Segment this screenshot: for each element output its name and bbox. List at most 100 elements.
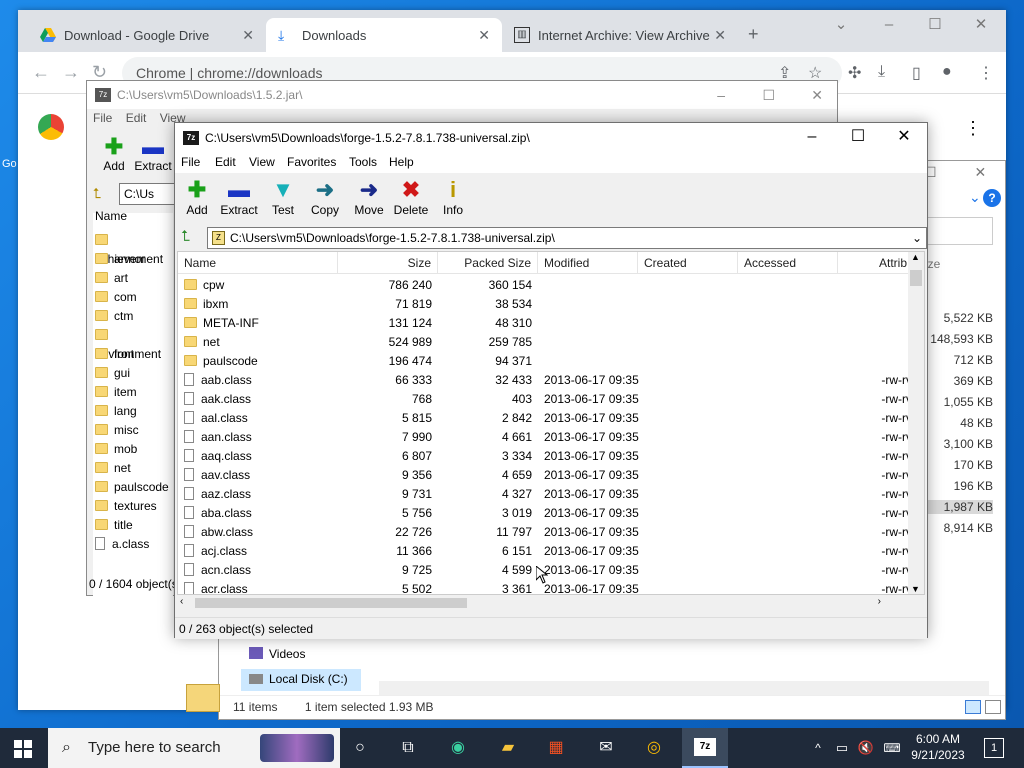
list-item[interactable]: font [95, 345, 134, 364]
tab-internet-archive[interactable]: ▥ Internet Archive: View Archive ✕ [502, 18, 738, 52]
list-item[interactable]: net [95, 459, 131, 478]
list-item[interactable]: com [95, 288, 137, 307]
minimize-icon[interactable]: – [866, 10, 912, 42]
menu-edit[interactable]: Edit [126, 111, 147, 125]
name-column-header[interactable]: Name [95, 209, 127, 223]
desktop-icon-label[interactable]: Go [2, 158, 17, 170]
file-explorer-icon[interactable]: ▰ [496, 736, 520, 760]
list-item[interactable]: ctm [95, 307, 133, 326]
list-item[interactable]: mob [95, 440, 137, 459]
chevron-down-icon[interactable]: ⌄ [912, 228, 922, 248]
nav-item-local-disk[interactable]: Local Disk (C:) [241, 669, 361, 691]
close-tab-icon[interactable]: ✕ [478, 27, 490, 44]
list-item[interactable]: a.class [95, 535, 149, 554]
path-combobox[interactable]: Z C:\Users\vm5\Downloads\forge-1.5.2-7.8… [207, 227, 927, 249]
downloads-icon[interactable]: ⤓ [878, 63, 885, 81]
extensions-icon[interactable]: ✣ [848, 63, 861, 83]
profile-icon[interactable]: ● [942, 63, 952, 81]
table-row[interactable]: aav.class 9 356 4 659 2013-06-17 09:35 -rw-r… [178, 466, 912, 485]
list-item[interactable]: paulscode [95, 478, 169, 497]
add-button[interactable]: ✚ Add [175, 177, 219, 217]
scroll-thumb[interactable] [910, 270, 922, 286]
column-header-size[interactable]: Size [338, 252, 438, 274]
column-header-accessed[interactable]: Accessed [738, 252, 838, 274]
horizontal-scrollbar[interactable]: ‹ › [177, 595, 909, 611]
store-icon[interactable]: ▦ [544, 736, 568, 760]
notification-icon[interactable]: 1 [984, 738, 1004, 758]
details-view-icon[interactable] [965, 700, 981, 714]
menu-file[interactable]: File [181, 155, 200, 169]
maximize-icon[interactable]: ☐ [912, 10, 958, 42]
more-menu-icon[interactable]: ⋮ [964, 118, 982, 139]
new-tab-icon[interactable]: + [748, 24, 759, 45]
table-row[interactable]: aba.class 5 756 3 019 2013-06-17 09:35 -rw-r… [178, 504, 912, 523]
clock[interactable]: 6:00 AM 9/21/2023 [906, 731, 970, 763]
close-icon[interactable]: ✕ [958, 10, 1004, 42]
chrome-taskbar-icon[interactable]: ◎ [642, 736, 666, 760]
table-row[interactable]: aak.class 768 403 2013-06-17 09:35 -rw-rv [178, 390, 912, 409]
tab-downloads[interactable]: ⤓ Downloads ✕ [266, 18, 502, 52]
scroll-up-icon[interactable]: ▲ [911, 252, 920, 262]
task-view-icon[interactable]: ⧉ [396, 736, 420, 760]
list-item[interactable]: achievement [95, 231, 173, 266]
up-folder-icon[interactable]: ⮤ [93, 185, 101, 202]
chevron-up-icon[interactable]: ^ [806, 736, 830, 760]
add-button[interactable]: ✚ Add [97, 135, 131, 174]
list-item[interactable]: armor [95, 250, 145, 269]
delete-button[interactable]: ✖ Delete [389, 177, 433, 217]
zip-folder-icon[interactable] [186, 684, 220, 712]
forward-icon[interactable]: → [62, 62, 80, 83]
menu-view[interactable]: View [249, 155, 275, 169]
table-row[interactable]: net 524 989 259 785 [178, 333, 912, 352]
scroll-down-icon[interactable]: ▼ [911, 584, 920, 594]
table-row[interactable]: aan.class 7 990 4 661 2013-06-17 09:35 -rw-r… [178, 428, 912, 447]
move-button[interactable]: ➜ Move [347, 177, 391, 217]
menu-file[interactable]: File [93, 111, 112, 125]
search-box[interactable] [925, 217, 993, 245]
chevron-down-icon[interactable]: ⌄ [969, 189, 981, 206]
table-row[interactable]: abw.class 22 726 11 797 2013-06-17 09:35 -rw… [178, 523, 912, 542]
taskbar-search[interactable]: ⌕ Type here to search [48, 728, 340, 768]
tab-google-drive[interactable]: Download - Google Drive ✕ [28, 18, 266, 52]
list-item[interactable]: misc [95, 421, 139, 440]
list-item[interactable]: art [95, 269, 128, 288]
maximize-icon[interactable]: ☐ [835, 123, 881, 153]
column-header-modified[interactable]: Modified [538, 252, 638, 274]
side-panel-icon[interactable]: ▯ [912, 63, 921, 83]
scroll-right-icon[interactable]: › [878, 596, 881, 607]
nav-item-videos[interactable]: Videos [249, 647, 305, 661]
keyboard-icon[interactable]: ⌨ [880, 736, 904, 760]
tiles-view-icon[interactable] [985, 700, 1001, 714]
menu-edit[interactable]: Edit [215, 155, 236, 169]
list-item[interactable]: gui [95, 364, 130, 383]
minimize-icon[interactable]: – [717, 81, 725, 109]
scroll-thumb[interactable] [195, 598, 467, 608]
test-button[interactable]: ▼ Test [261, 177, 305, 217]
column-header-name[interactable]: Name [178, 252, 338, 274]
scroll-left-icon[interactable]: ‹ [180, 596, 183, 607]
column-header-packed-size[interactable]: Packed Size [438, 252, 538, 274]
network-icon[interactable]: ▭ [830, 736, 854, 760]
horizontal-scrollbar[interactable] [379, 681, 989, 695]
volume-muted-icon[interactable]: 🔇 [854, 736, 878, 760]
table-row[interactable]: aaz.class 9 731 4 327 2013-06-17 09:35 -rw-r… [178, 485, 912, 504]
menu-tools[interactable]: Tools [349, 155, 377, 169]
vertical-scrollbar[interactable]: ▲ ▼ [908, 252, 924, 594]
list-item[interactable]: lang [95, 402, 137, 421]
back-path-box[interactable]: C:\Us [119, 183, 175, 205]
menu-help[interactable]: Help [389, 155, 414, 169]
table-row[interactable]: cpw 786 240 360 154 [178, 276, 912, 295]
close-tab-icon[interactable]: ✕ [242, 27, 254, 44]
start-button[interactable] [14, 740, 32, 758]
table-row[interactable]: aab.class 66 333 32 433 2013-06-17 09:35 -rw… [178, 371, 912, 390]
table-row[interactable]: ibxm 71 819 38 534 [178, 295, 912, 314]
table-row[interactable]: acj.class 11 366 6 151 2013-06-17 09:35 -rw-… [178, 542, 912, 561]
menu-favorites[interactable]: Favorites [287, 155, 336, 169]
cortana-icon[interactable]: ○ [348, 736, 372, 760]
list-item[interactable]: environment [95, 326, 173, 361]
close-icon[interactable]: ✕ [881, 123, 927, 153]
edge-icon[interactable]: ◉ [446, 736, 470, 760]
up-folder-icon[interactable]: ⮤ [181, 228, 190, 245]
sevenzip-taskbar-button[interactable]: 7z [682, 728, 728, 768]
tab-search-icon[interactable]: ⌄ [818, 10, 864, 42]
